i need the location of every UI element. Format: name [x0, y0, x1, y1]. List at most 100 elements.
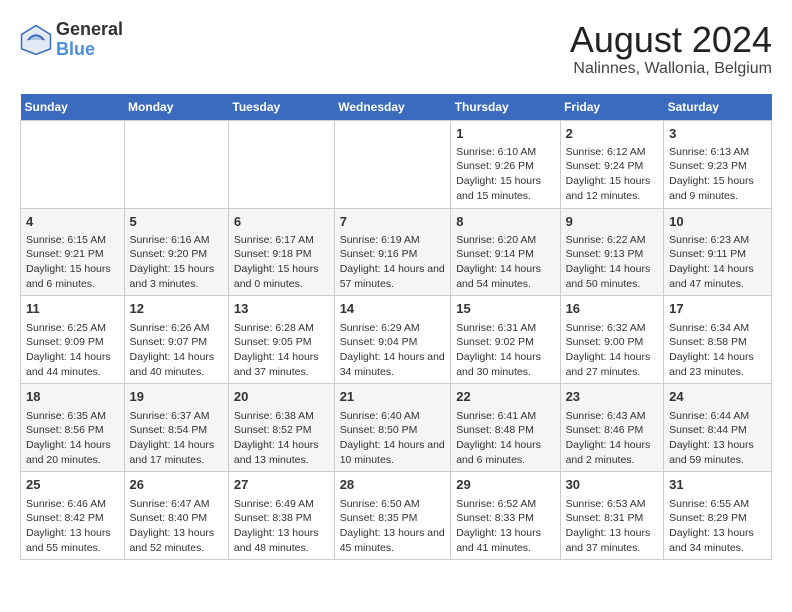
- calendar-cell: 25Sunrise: 6:46 AMSunset: 8:42 PMDayligh…: [21, 472, 125, 560]
- calendar-cell: 1Sunrise: 6:10 AMSunset: 9:26 PMDaylight…: [451, 120, 560, 208]
- cell-text: Sunset: 9:24 PM: [566, 159, 659, 174]
- cell-text: Daylight: 14 hours and 37 minutes.: [234, 350, 329, 379]
- cell-text: Daylight: 13 hours and 52 minutes.: [130, 526, 223, 555]
- cell-text: Sunrise: 6:40 AM: [340, 409, 446, 424]
- calendar-cell: 27Sunrise: 6:49 AMSunset: 8:38 PMDayligh…: [228, 472, 334, 560]
- calendar-cell: 10Sunrise: 6:23 AMSunset: 9:11 PMDayligh…: [664, 208, 772, 296]
- calendar-cell: 30Sunrise: 6:53 AMSunset: 8:31 PMDayligh…: [560, 472, 664, 560]
- cell-text: Sunset: 8:38 PM: [234, 511, 329, 526]
- cell-text: Sunset: 8:46 PM: [566, 423, 659, 438]
- day-number: 20: [234, 388, 329, 406]
- day-number: 18: [26, 388, 119, 406]
- cell-text: Daylight: 15 hours and 6 minutes.: [26, 262, 119, 291]
- day-number: 13: [234, 300, 329, 318]
- cell-text: Sunrise: 6:15 AM: [26, 233, 119, 248]
- main-title: August 2024: [570, 20, 772, 60]
- cell-text: Sunset: 9:14 PM: [456, 247, 554, 262]
- calendar-week-row: 1 Sunrise: 6:10 AMSunset: 9:26 PM Daylight…: [21, 120, 772, 208]
- cell-text: Sunrise: 6:41 AM: [456, 409, 554, 424]
- calendar-cell: 13 Sunrise: 6:28 AMSunset: 9:05 PMDayligh…: [228, 296, 334, 384]
- cell-text: Daylight: 13 hours and 55 minutes.: [26, 526, 119, 555]
- calendar-cell: 22Sunrise: 6:41 AMSunset: 8:48 PMDayligh…: [451, 384, 560, 472]
- calendar-cell: 15Sunrise: 6:31 AMSunset: 9:02 PMDayligh…: [451, 296, 560, 384]
- cell-text: Sunrise: 6:28 AM: [234, 321, 329, 336]
- cell-text: Sunset: 8:56 PM: [26, 423, 119, 438]
- cell-text: Sunrise: 6:50 AM: [340, 497, 446, 512]
- calendar-week-row: 11Sunrise: 6:25 AMSunset: 9:09 PMDayligh…: [21, 296, 772, 384]
- cell-text: Daylight: 14 hours and 13 minutes.: [234, 438, 329, 467]
- calendar-table: SundayMondayTuesdayWednesdayThursdayFrid…: [20, 94, 772, 561]
- cell-text: Sunrise: 6:23 AM: [669, 233, 766, 248]
- cell-text: Daylight: 14 hours and 34 minutes.: [340, 350, 446, 379]
- cell-text: Sunrise: 6:31 AM: [456, 321, 554, 336]
- day-number: 22: [456, 388, 554, 406]
- sub-title: Nalinnes, Wallonia, Belgium: [570, 60, 772, 78]
- day-header-saturday: Saturday: [664, 94, 772, 121]
- day-number: 3: [669, 125, 766, 143]
- cell-text: Sunset: 9:05 PM: [234, 335, 329, 350]
- cell-text: Sunset: 9:18 PM: [234, 247, 329, 262]
- day-header-monday: Monday: [124, 94, 228, 121]
- cell-text: Daylight: 15 hours and 9 minutes.: [669, 174, 766, 203]
- cell-text: Daylight: 13 hours and 34 minutes.: [669, 526, 766, 555]
- day-number: 19: [130, 388, 223, 406]
- cell-text: Daylight: 14 hours and 50 minutes.: [566, 262, 659, 291]
- cell-text: Sunset: 8:50 PM: [340, 423, 446, 438]
- title-block: August 2024 Nalinnes, Wallonia, Belgium: [570, 20, 772, 78]
- calendar-cell: 21Sunrise: 6:40 AMSunset: 8:50 PMDayligh…: [334, 384, 451, 472]
- cell-text: Sunset: 8:52 PM: [234, 423, 329, 438]
- day-header-tuesday: Tuesday: [228, 94, 334, 121]
- day-number: 26: [130, 476, 223, 494]
- cell-text: Daylight: 14 hours and 23 minutes.: [669, 350, 766, 379]
- cell-text: Sunrise: 6:32 AM: [566, 321, 659, 336]
- cell-text: Sunrise: 6:55 AM: [669, 497, 766, 512]
- cell-text: Sunrise: 6:43 AM: [566, 409, 659, 424]
- cell-text: Sunset: 9:20 PM: [130, 247, 223, 262]
- logo-general-text: General: [56, 20, 123, 40]
- day-number: 14: [340, 300, 446, 318]
- cell-text: Sunset: 9:26 PM: [456, 159, 554, 174]
- cell-text: Sunrise: 6:17 AM: [234, 233, 329, 248]
- cell-text: Sunset: 8:42 PM: [26, 511, 119, 526]
- day-number: 12: [130, 300, 223, 318]
- cell-text: Sunset: 9:07 PM: [130, 335, 223, 350]
- calendar-cell: 5Sunrise: 6:16 AMSunset: 9:20 PMDaylight…: [124, 208, 228, 296]
- cell-text: Sunset: 9:11 PM: [669, 247, 766, 262]
- cell-text: Sunrise: 6:13 AM: [669, 145, 766, 160]
- day-number: 4: [26, 213, 119, 231]
- day-header-thursday: Thursday: [451, 94, 560, 121]
- cell-text: Daylight: 15 hours and 0 minutes.: [234, 262, 329, 291]
- cell-text: Daylight: 15 hours and 12 minutes.: [566, 174, 659, 203]
- cell-text: Daylight: 13 hours and 41 minutes.: [456, 526, 554, 555]
- cell-text: Daylight: 13 hours and 48 minutes.: [234, 526, 329, 555]
- cell-text: Sunrise: 6:12 AM: [566, 145, 659, 160]
- cell-text: Daylight: 14 hours and 44 minutes.: [26, 350, 119, 379]
- calendar-cell: [334, 120, 451, 208]
- cell-text: Sunrise: 6:38 AM: [234, 409, 329, 424]
- calendar-cell: 19Sunrise: 6:37 AMSunset: 8:54 PMDayligh…: [124, 384, 228, 472]
- calendar-cell: 11Sunrise: 6:25 AMSunset: 9:09 PMDayligh…: [21, 296, 125, 384]
- cell-text: Sunset: 9:09 PM: [26, 335, 119, 350]
- calendar-cell: 12Sunrise: 6:26 AMSunset: 9:07 PMDayligh…: [124, 296, 228, 384]
- cell-text: Sunrise: 6:10 AM: [456, 145, 554, 160]
- calendar-cell: 31Sunrise: 6:55 AMSunset: 8:29 PMDayligh…: [664, 472, 772, 560]
- cell-text: Sunrise: 6:37 AM: [130, 409, 223, 424]
- cell-text: Daylight: 15 hours and 3 minutes.: [130, 262, 223, 291]
- day-number: 1: [456, 125, 554, 143]
- cell-text: Sunrise: 6:49 AM: [234, 497, 329, 512]
- day-number: 15: [456, 300, 554, 318]
- cell-text: Daylight: 13 hours and 45 minutes.: [340, 526, 446, 555]
- cell-text: Sunrise: 6:44 AM: [669, 409, 766, 424]
- calendar-cell: 14Sunrise: 6:29 AMSunset: 9:04 PMDayligh…: [334, 296, 451, 384]
- cell-text: Sunset: 8:54 PM: [130, 423, 223, 438]
- cell-text: Sunrise: 6:20 AM: [456, 233, 554, 248]
- logo-text: General Blue: [56, 20, 123, 60]
- day-header-friday: Friday: [560, 94, 664, 121]
- cell-text: Sunrise: 6:46 AM: [26, 497, 119, 512]
- cell-text: Daylight: 14 hours and 6 minutes.: [456, 438, 554, 467]
- day-number: 29: [456, 476, 554, 494]
- day-number: 23: [566, 388, 659, 406]
- cell-text: Sunrise: 6:52 AM: [456, 497, 554, 512]
- day-number: 31: [669, 476, 766, 494]
- day-number: 5: [130, 213, 223, 231]
